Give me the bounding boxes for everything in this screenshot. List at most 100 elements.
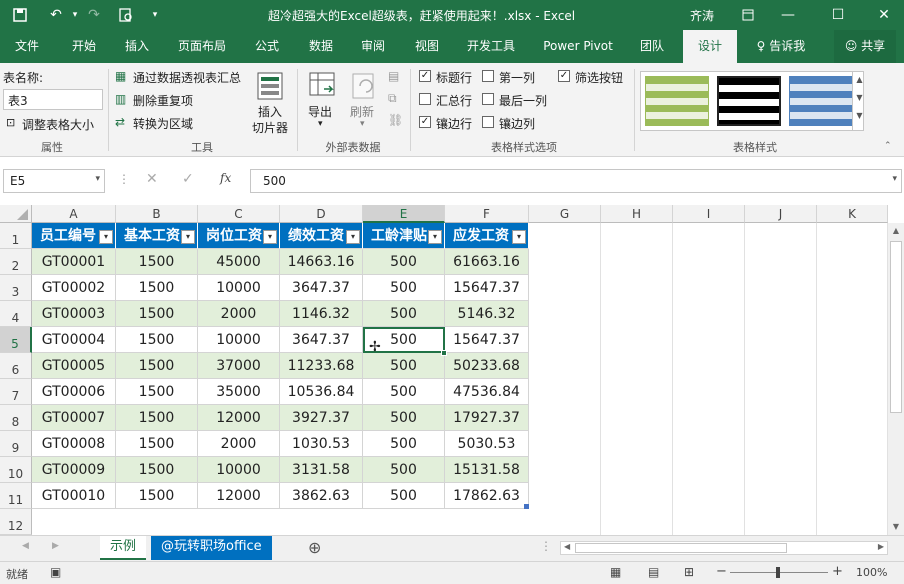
table-cell[interactable]: GT00002 — [32, 275, 116, 301]
table-cell[interactable]: 1500 — [116, 353, 198, 379]
undo-dropdown-icon[interactable]: ▾ — [70, 0, 80, 30]
column-header[interactable]: J — [745, 205, 817, 223]
gallery-down-icon[interactable]: ▼ — [853, 89, 866, 107]
table-cell[interactable]: 2000 — [198, 431, 280, 457]
properties-icon[interactable]: ▤ — [388, 69, 399, 83]
row-header[interactable]: 9 — [0, 431, 32, 457]
select-all-corner[interactable] — [0, 205, 32, 223]
table-cell[interactable]: GT00007 — [32, 405, 116, 431]
pivot-summarize-button[interactable]: ▦ 通过数据透视表汇总 — [115, 69, 245, 87]
customize-qat-icon[interactable]: ▾ — [148, 0, 162, 30]
zoom-out-icon[interactable]: − — [716, 564, 727, 579]
tab-team[interactable]: 团队 — [632, 30, 672, 63]
sheet-tab-active[interactable]: 示例 — [100, 536, 147, 560]
zoom-slider-thumb[interactable] — [776, 567, 780, 578]
open-in-browser-icon[interactable]: ⧉ — [388, 91, 397, 106]
tab-insert[interactable]: 插入 — [112, 30, 162, 63]
table-cell[interactable]: 15647.37 — [445, 275, 529, 301]
table-cell[interactable]: GT00001 — [32, 249, 116, 275]
fill-handle[interactable] — [441, 350, 447, 356]
table-cell[interactable]: 3131.58 — [280, 457, 363, 483]
table-cell[interactable]: 500 — [363, 301, 445, 327]
table-cell[interactable]: GT00005 — [32, 353, 116, 379]
tab-power-pivot[interactable]: Power Pivot — [536, 30, 620, 63]
table-cell[interactable]: 17862.63 — [445, 483, 529, 509]
name-box-dropdown-icon[interactable]: ▾ — [95, 174, 100, 184]
formula-bar-grip-icon[interactable]: ⋮ — [118, 172, 130, 186]
tab-file[interactable]: 文件 — [0, 30, 54, 63]
banded-columns-checkbox[interactable] — [482, 116, 494, 128]
column-header[interactable]: C — [198, 205, 280, 223]
table-cell[interactable]: GT00009 — [32, 457, 116, 483]
tab-developer[interactable]: 开发工具 — [458, 30, 524, 63]
table-cell[interactable]: 500 — [363, 457, 445, 483]
banded-rows-checkbox[interactable]: ✓ — [419, 116, 431, 128]
ribbon-display-options-icon[interactable] — [738, 0, 758, 30]
sheet-tab[interactable]: @玩转职场office — [151, 536, 272, 560]
redo-icon[interactable]: ↷ — [84, 0, 104, 30]
filter-dropdown-icon[interactable]: ▾ — [263, 230, 277, 244]
gallery-up-icon[interactable]: ▲ — [853, 71, 866, 89]
table-cell[interactable]: 10000 — [198, 327, 280, 353]
column-header[interactable]: H — [601, 205, 673, 223]
formula-input[interactable]: 500 ▾ — [250, 169, 902, 193]
table-cell[interactable]: 14663.16 — [280, 249, 363, 275]
tab-design[interactable]: 设计 — [683, 30, 737, 63]
cancel-icon[interactable]: ✕ — [146, 171, 158, 187]
table-cell[interactable]: 1500 — [116, 379, 198, 405]
new-sheet-icon[interactable]: ⊕ — [308, 538, 321, 557]
table-cell[interactable]: 1500 — [116, 275, 198, 301]
prev-sheet-icon[interactable]: ◀ — [22, 541, 29, 551]
table-cell[interactable]: 1500 — [116, 483, 198, 509]
table-style-black[interactable] — [717, 76, 781, 126]
column-header[interactable]: E — [363, 205, 445, 223]
tab-page-layout[interactable]: 页面布局 — [166, 30, 238, 63]
print-preview-icon[interactable] — [116, 0, 136, 30]
maximize-icon[interactable]: ☐ — [828, 0, 848, 30]
row-header[interactable]: 5 — [0, 327, 32, 353]
table-cell[interactable]: 61663.16 — [445, 249, 529, 275]
first-column-checkbox[interactable] — [482, 70, 494, 82]
table-cell[interactable]: GT00003 — [32, 301, 116, 327]
header-row-checkbox[interactable]: ✓ — [419, 70, 431, 82]
tab-view[interactable]: 视图 — [404, 30, 450, 63]
table-cell[interactable]: 5146.32 — [445, 301, 529, 327]
filter-dropdown-icon[interactable]: ▾ — [181, 230, 195, 244]
name-box[interactable]: E5 ▾ — [3, 169, 105, 193]
table-cell[interactable]: 45000 — [198, 249, 280, 275]
gallery-more-icon[interactable]: ▼ — [853, 107, 866, 125]
row-header[interactable]: 11 — [0, 483, 32, 509]
table-cell[interactable]: GT00008 — [32, 431, 116, 457]
row-header[interactable]: 6 — [0, 353, 32, 379]
tab-home[interactable]: 开始 — [56, 30, 112, 63]
table-cell[interactable]: 500 — [363, 275, 445, 301]
collapse-ribbon-icon[interactable]: ⌃ — [884, 141, 892, 151]
filter-dropdown-icon[interactable]: ▾ — [99, 230, 113, 244]
table-cell[interactable]: 500 — [363, 483, 445, 509]
tell-me[interactable]: ♀ 告诉我 — [748, 30, 814, 63]
table-cell[interactable]: 500 — [363, 353, 445, 379]
scroll-up-icon[interactable]: ▲ — [888, 223, 904, 239]
row-header[interactable]: 8 — [0, 405, 32, 431]
last-column-checkbox[interactable] — [482, 93, 494, 105]
table-cell[interactable]: 500 — [363, 379, 445, 405]
horizontal-scroll-thumb[interactable] — [575, 543, 787, 553]
export-button[interactable]: 导出 ▾ — [304, 69, 340, 137]
row-header[interactable]: 1 — [0, 223, 32, 249]
table-cell[interactable]: 10536.84 — [280, 379, 363, 405]
table-cell[interactable]: 3647.37 — [280, 275, 363, 301]
tab-split-grip-icon[interactable]: ⋮ — [540, 539, 552, 553]
refresh-button[interactable]: 刷新 ▾ — [346, 69, 382, 137]
table-header-cell[interactable]: 岗位工资 ▾ — [198, 223, 280, 249]
column-header[interactable]: A — [32, 205, 116, 223]
table-cell[interactable]: GT00004 — [32, 327, 116, 353]
table-cell[interactable]: GT00010 — [32, 483, 116, 509]
table-style-green[interactable] — [645, 76, 709, 126]
table-cell[interactable]: 1500 — [116, 457, 198, 483]
expand-formula-icon[interactable]: ▾ — [892, 174, 897, 184]
table-cell[interactable]: 1500 — [116, 301, 198, 327]
table-styles-scroll[interactable]: ▲ ▼ ▼ — [852, 71, 866, 131]
unlink-icon[interactable]: ⛓ — [388, 113, 403, 127]
row-header[interactable]: 4 — [0, 301, 32, 327]
vertical-scroll-thumb[interactable] — [890, 241, 902, 413]
